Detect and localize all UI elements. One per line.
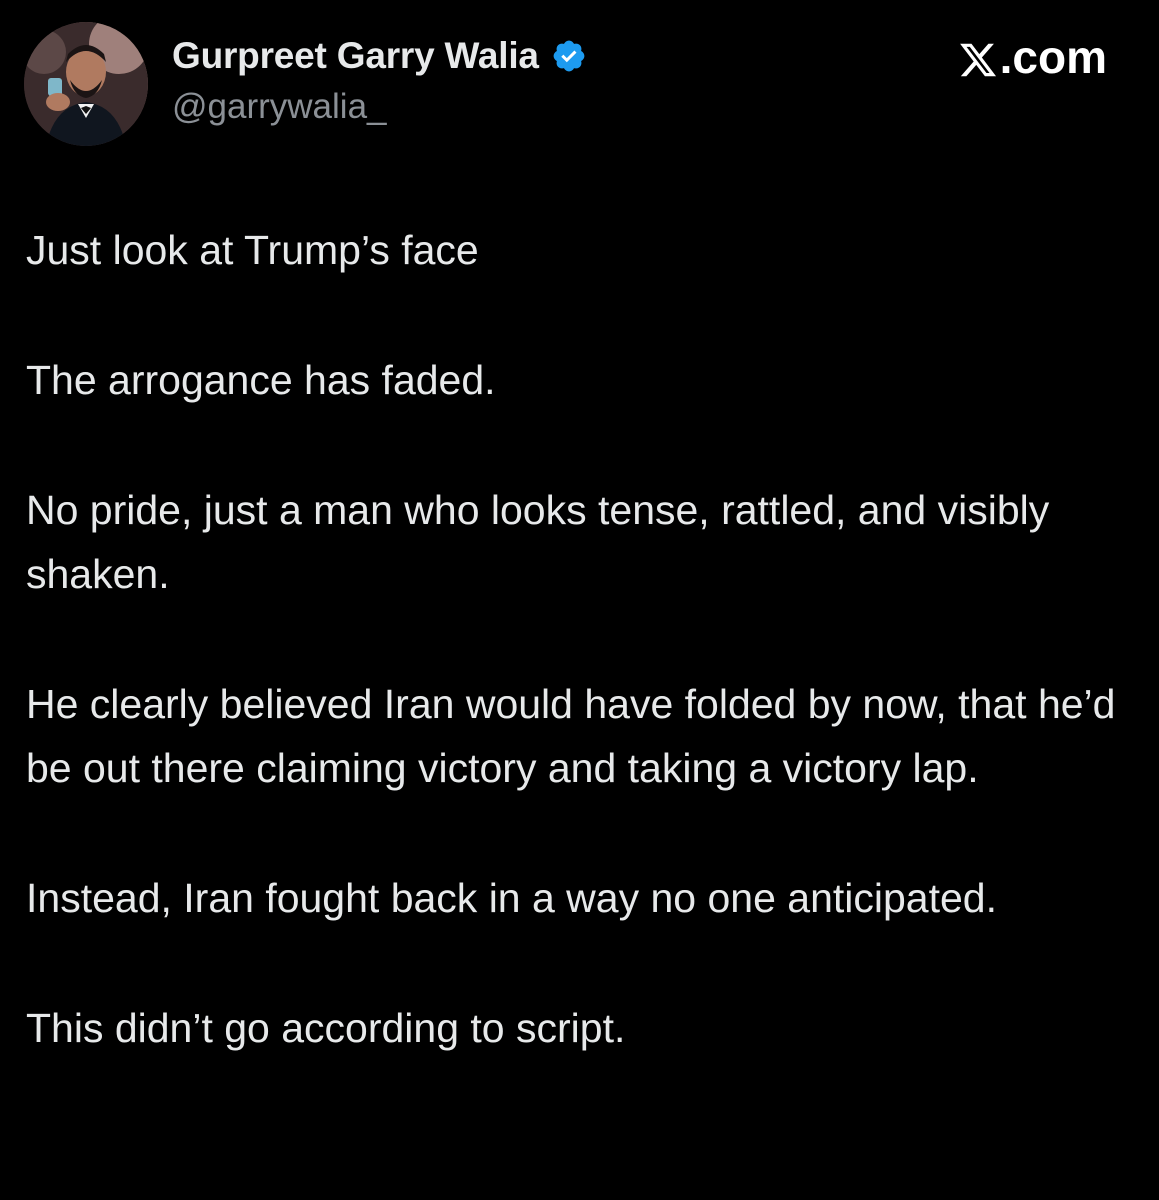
tweet-body: Just look at Trump’s face The arrogance …	[26, 218, 1126, 1126]
tweet-card: Gurpreet Garry Walia @garrywalia_ .com J…	[0, 0, 1159, 1200]
author-handle[interactable]: @garrywalia_	[172, 86, 387, 128]
tweet-paragraph: This didn’t go according to script.	[26, 1005, 626, 1051]
tweet-paragraph: The arrogance has faded.	[26, 357, 496, 403]
author-display-name[interactable]: Gurpreet Garry Walia	[172, 34, 539, 78]
x-logo-icon	[958, 37, 998, 77]
tweet-paragraph: He clearly believed Iran would have fold…	[26, 681, 1116, 791]
author-name-row[interactable]: Gurpreet Garry Walia	[172, 34, 587, 78]
tweet-paragraph: No pride, just a man who looks tense, ra…	[26, 487, 1050, 597]
avatar[interactable]	[24, 22, 148, 146]
tweet-paragraph: Instead, Iran fought back in a way no on…	[26, 875, 997, 921]
avatar-photo	[24, 22, 148, 146]
brand-domain-suffix: .com	[999, 31, 1107, 83]
tweet-paragraph: Just look at Trump’s face	[26, 227, 479, 273]
brand-watermark: .com	[958, 30, 1107, 84]
verified-badge-icon	[551, 38, 587, 74]
